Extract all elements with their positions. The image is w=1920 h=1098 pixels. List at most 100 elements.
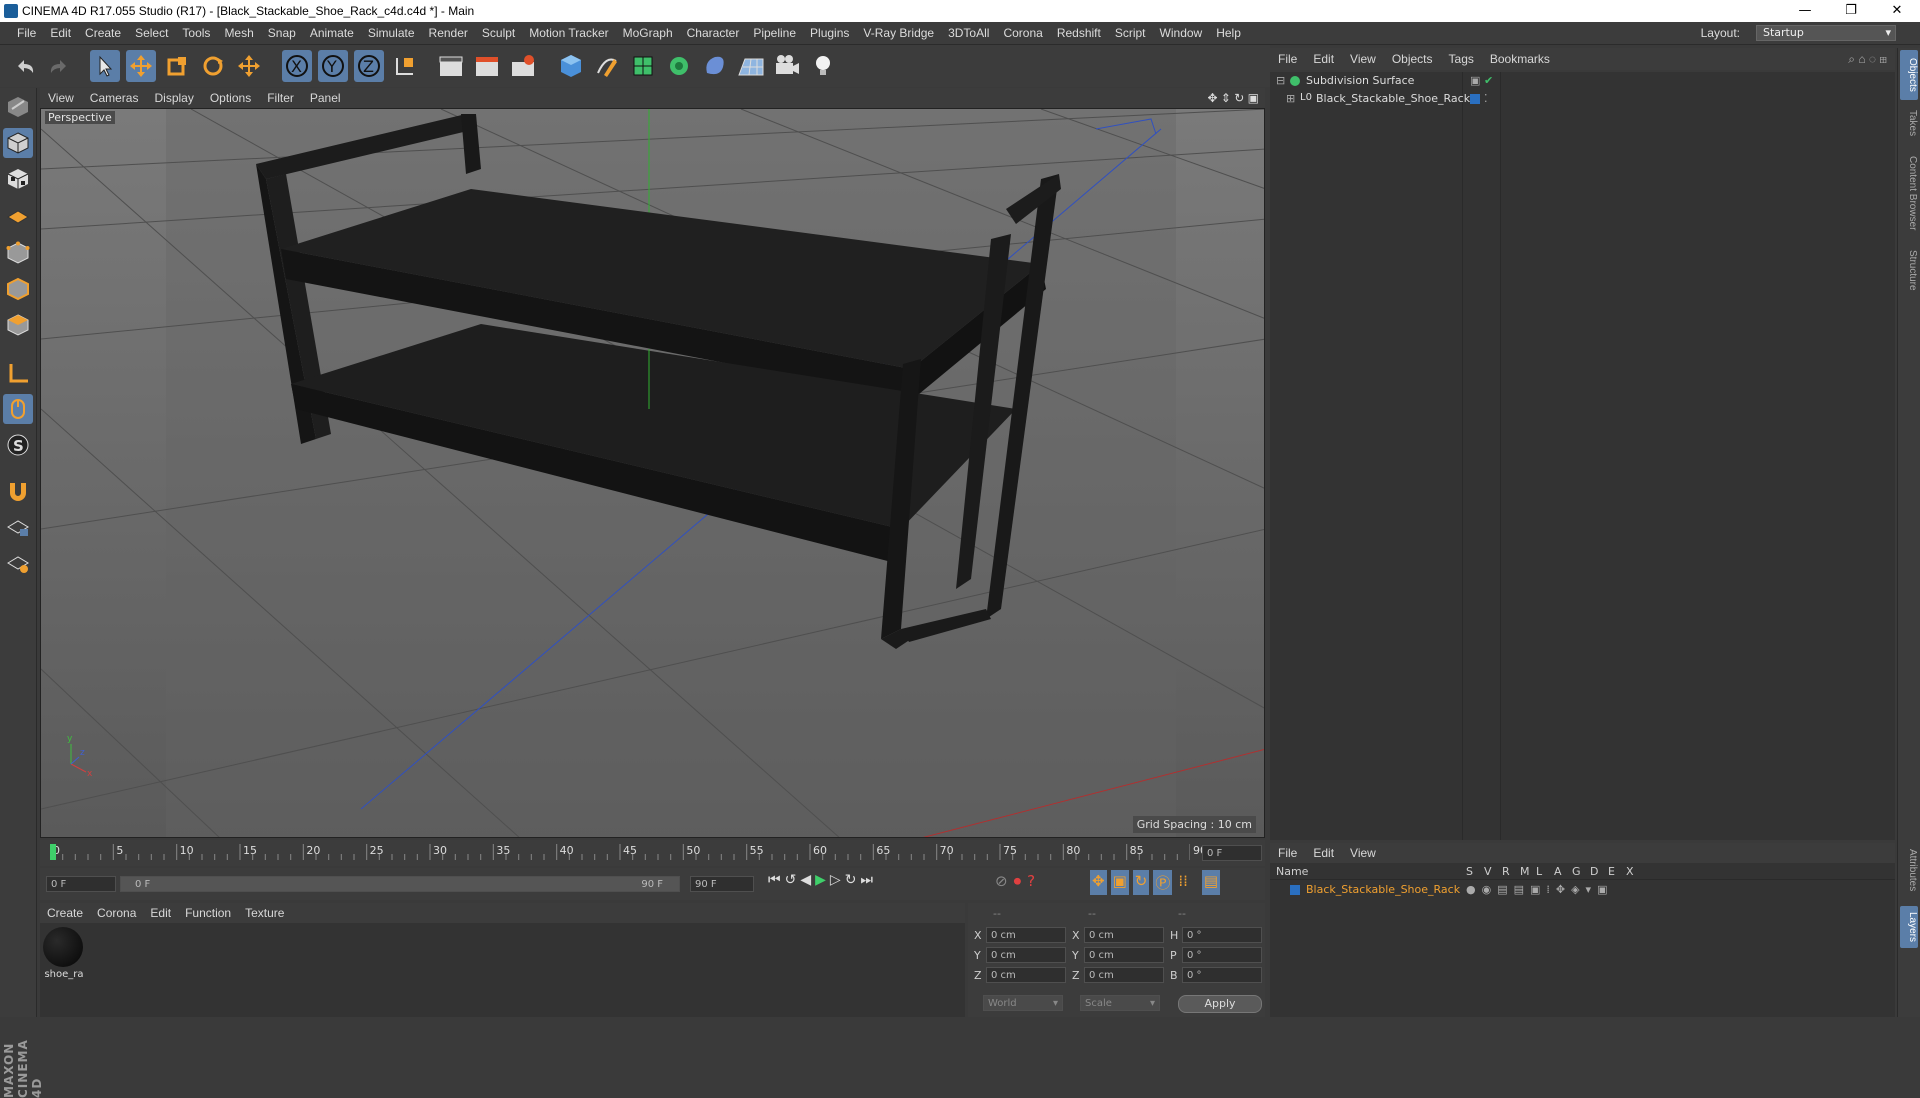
object-menu-bookmarks[interactable]: Bookmarks (1482, 52, 1558, 66)
add-spline-button[interactable] (592, 50, 622, 82)
coord-pos-x-field[interactable]: 0 cm (986, 927, 1066, 943)
points-mode-button[interactable] (3, 238, 33, 268)
autokey-icon[interactable]: ? (1027, 872, 1035, 890)
coord-mode-dropdown[interactable]: World ▾ (983, 995, 1063, 1011)
material-menu-corona[interactable]: Corona (90, 906, 143, 920)
menu-motion-tracker[interactable]: Motion Tracker (522, 26, 615, 40)
visibility-dots-icon[interactable]: ▣ (1470, 74, 1480, 87)
menu-animate[interactable]: Animate (303, 26, 361, 40)
tab-content-browser[interactable]: Content Browser (1900, 148, 1918, 238)
key-parameter-icon[interactable]: Ⓟ (1153, 870, 1173, 895)
key-scale-icon[interactable]: ▣ (1110, 870, 1129, 895)
menu-script[interactable]: Script (1108, 26, 1153, 40)
play-icon[interactable]: ▶ (815, 872, 826, 888)
object-menu-file[interactable]: File (1270, 52, 1305, 66)
menu-simulate[interactable]: Simulate (361, 26, 422, 40)
viewport-menu-panel[interactable]: Panel (302, 91, 349, 105)
menu-create[interactable]: Create (78, 26, 128, 40)
playhead[interactable] (50, 844, 56, 860)
add-cube-button[interactable] (556, 50, 586, 82)
menu-file[interactable]: File (10, 26, 43, 40)
key-position-icon[interactable]: ✥ (1090, 870, 1107, 895)
layer-color-icon[interactable] (1290, 885, 1300, 895)
timeline-ruler[interactable]: 0 5 10 15 20 25 30 35 40 45 50 55 60 65 70 75 80 85 90 0 F (40, 840, 1265, 866)
z-axis-button[interactable]: Z (354, 50, 384, 82)
object-row-shoe-rack[interactable]: ⊞ L0 Black_Stackable_Shoe_Rack ⁚ (1270, 92, 1895, 108)
preview-range-slider[interactable]: 0 F 90 F (120, 876, 680, 892)
viewport-menu-cameras[interactable]: Cameras (82, 91, 147, 105)
edges-mode-button[interactable] (3, 274, 33, 304)
axis-mode-button[interactable] (3, 358, 33, 388)
polygons-mode-button[interactable] (3, 310, 33, 340)
tab-layers[interactable]: Layers (1900, 906, 1918, 948)
coord-rot-b-field[interactable]: 0 ° (1182, 967, 1262, 983)
material-menu-create[interactable]: Create (40, 906, 90, 920)
coord-rot-p-field[interactable]: 0 ° (1182, 947, 1262, 963)
viewport-menu-options[interactable]: Options (202, 91, 259, 105)
expand-icon[interactable]: ⊞ (1286, 92, 1295, 105)
menu-snap[interactable]: Snap (261, 26, 303, 40)
menu-window[interactable]: Window (1153, 26, 1210, 40)
move-tool-button[interactable] (126, 50, 156, 82)
tab-objects[interactable]: Objects (1900, 50, 1918, 100)
layer-color-icon[interactable] (1470, 94, 1480, 104)
key-rotation-icon[interactable]: ↻ (1132, 870, 1150, 895)
material-menu-function[interactable]: Function (178, 906, 238, 920)
menu-mograph[interactable]: MoGraph (616, 26, 680, 40)
magnet-button[interactable] (3, 476, 33, 506)
object-menu-tags[interactable]: Tags (1441, 52, 1482, 66)
go-to-end-icon[interactable]: ⏭ (860, 872, 873, 888)
add-floor-button[interactable] (736, 50, 766, 82)
menu-render[interactable]: Render (422, 26, 475, 40)
x-axis-button[interactable]: X (282, 50, 312, 82)
rotate-tool-button[interactable] (198, 50, 228, 82)
layer-menu-edit[interactable]: Edit (1305, 846, 1342, 860)
viewport-menu-view[interactable]: View (40, 91, 82, 105)
y-axis-button[interactable]: Y (318, 50, 348, 82)
key-pla-icon[interactable]: ⁞⁞ (1176, 870, 1190, 895)
coord-size-z-field[interactable]: 0 cm (1084, 967, 1164, 983)
menu-3dtoall[interactable]: 3DToAll (941, 26, 996, 40)
max-frame-field[interactable]: 90 F (690, 876, 754, 892)
texture-mode-button[interactable] (3, 164, 33, 194)
layer-flag-icons[interactable]: ●◉▤▤▣⁞✥◈▾▣ (1466, 883, 1613, 896)
workplane-mode-button[interactable] (3, 200, 33, 230)
material-menu-edit[interactable]: Edit (143, 906, 178, 920)
coord-pos-y-field[interactable]: 0 cm (986, 947, 1066, 963)
menu-select[interactable]: Select (128, 26, 175, 40)
layout-dropdown[interactable]: Startup ▾ (1756, 25, 1896, 41)
end-frame-field[interactable]: 0 F (1202, 845, 1262, 861)
object-menu-objects[interactable]: Objects (1384, 52, 1441, 66)
menu-redshift[interactable]: Redshift (1050, 26, 1108, 40)
current-frame-field[interactable]: 0 F (46, 876, 116, 892)
add-light-button[interactable] (808, 50, 838, 82)
add-camera-button[interactable] (772, 50, 802, 82)
render-picture-viewer-button[interactable] (472, 50, 502, 82)
menu-pipeline[interactable]: Pipeline (746, 26, 803, 40)
tab-attributes[interactable]: Attributes (1900, 840, 1918, 900)
enabled-check-icon[interactable]: ✔ (1484, 74, 1493, 87)
material-menu-texture[interactable]: Texture (238, 906, 291, 920)
3d-viewport[interactable]: y x z Perspective Grid Spacing : 10 cm (40, 108, 1265, 838)
snap-button[interactable]: S (3, 430, 33, 460)
minimize-button[interactable]: — (1782, 0, 1828, 22)
menu-character[interactable]: Character (680, 26, 747, 40)
layer-menu-file[interactable]: File (1270, 846, 1305, 860)
render-settings-button[interactable] (508, 50, 538, 82)
viewport-nav-icons[interactable]: ✥ ⇕ ↻ ▣ (1199, 91, 1265, 105)
viewport-menu-display[interactable]: Display (146, 91, 201, 105)
frame-ruler[interactable]: 0 5 10 15 20 25 30 35 40 45 50 55 60 65 70 75 80 85 90 (50, 844, 1207, 862)
menu-sculpt[interactable]: Sculpt (475, 26, 522, 40)
coord-transform-dropdown[interactable]: Scale ▾ (1080, 995, 1160, 1011)
collapse-icon[interactable]: ⊟ (1276, 74, 1285, 87)
transform-tool-button[interactable] (234, 50, 264, 82)
redo-button[interactable] (44, 50, 74, 82)
menu-edit[interactable]: Edit (43, 26, 78, 40)
next-frame-icon[interactable]: ▷ (830, 872, 841, 888)
planar-workplane-button[interactable] (3, 548, 33, 578)
add-generator-button[interactable] (628, 50, 658, 82)
undo-button[interactable] (10, 50, 40, 82)
render-view-button[interactable] (436, 50, 466, 82)
restore-button[interactable]: ❐ (1828, 0, 1874, 22)
model-mode-button[interactable] (3, 128, 33, 158)
